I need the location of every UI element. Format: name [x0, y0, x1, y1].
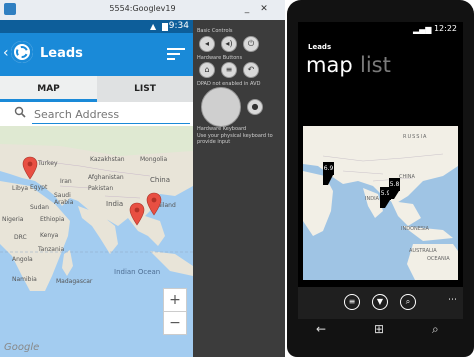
list-icon[interactable]: ≡ [344, 294, 360, 310]
basic-controls-label: Basic Controls [197, 28, 233, 34]
wp-land-southeast-asia [391, 201, 421, 226]
wp-map-pin-tail [380, 200, 390, 208]
windows-phone-screen: ▂▄▆ 12:22 Leads map list RUSSIA CHINA IN… [298, 22, 463, 319]
hardware-keyboard-note: Use your physical keyboard to provide in… [197, 133, 273, 145]
wp-app-bar: ≡ ▼ ⌕ ⋯ [298, 287, 463, 319]
filter-icon[interactable] [167, 47, 185, 61]
wp-signal-icon: ▂▄▆ [413, 25, 432, 34]
search-icon[interactable]: ⌕ [400, 294, 416, 310]
dpad-control[interactable] [201, 87, 241, 127]
search-row [0, 102, 193, 126]
map-marker-pin[interactable] [129, 202, 145, 226]
wp-map-label-russia: RUSSIA [403, 134, 428, 140]
wifi-icon: ▲ [150, 22, 157, 31]
wp-pivot-map[interactable]: map [306, 53, 353, 77]
battery-icon [162, 23, 168, 31]
search-address-input[interactable] [32, 105, 190, 124]
wp-back-icon[interactable]: ← [316, 322, 326, 336]
zoom-out-button[interactable]: − [163, 311, 187, 335]
map-label-saudi-arabia: Saudi Arabia [54, 192, 74, 206]
map-label-pakistan: Pakistan [88, 185, 114, 192]
map-label-angola: Angola [12, 256, 33, 263]
filter-icon[interactable]: ▼ [372, 294, 388, 310]
google-logo: Google [4, 342, 40, 353]
app-logo-icon[interactable] [11, 41, 33, 63]
android-emulator-window: 5554:Googlev19 _ ✕ ▲ 9:34 ‹ Leads MAP LI… [0, 0, 285, 357]
map-label-sudan: Sudan [30, 204, 49, 211]
map-label-iran: Iran [60, 178, 72, 185]
map-label-egypt: Egypt [30, 184, 48, 191]
menu-icon[interactable]: ≡ [221, 62, 237, 78]
close-button[interactable]: ✕ [257, 3, 271, 15]
tab-list[interactable]: LIST [97, 76, 193, 102]
wp-map-label-australia: AUSTRALIA [409, 248, 437, 254]
wp-map-label-china: CHINA [399, 174, 415, 180]
app-logo-gear [16, 46, 28, 58]
power-icon[interactable]: ⏻ [243, 36, 259, 52]
map-label-kazakhstan: Kazakhstan [90, 156, 125, 163]
map-marker-pin[interactable] [22, 156, 38, 180]
map-label-afghanistan: Afghanistan [88, 174, 124, 181]
more-icon[interactable]: ⋯ [448, 295, 457, 305]
back-chevron-icon[interactable]: ‹ [3, 45, 9, 61]
dpad-center-icon[interactable]: ● [247, 99, 263, 115]
wp-map-pin[interactable]: 5.8 [389, 178, 400, 191]
wp-side-text [465, 60, 471, 340]
wp-search-icon[interactable]: ⌕ [432, 322, 439, 337]
map-label-madagascar: Madagascar [56, 278, 93, 285]
android-tab-bar: MAP LIST [0, 76, 193, 103]
map-label-libya: Libya [12, 185, 29, 192]
emulator-controls-panel: Basic Controls ◂ ◂) ⏻ Hardware Buttons ⌂… [193, 20, 285, 357]
map-label-india: India [106, 200, 124, 208]
land-madagascar [62, 250, 73, 276]
volume-up-icon[interactable]: ◂) [221, 36, 237, 52]
wp-map-pin-tail [389, 191, 399, 199]
wp-nav-bar: ← ⊞ ⌕ [298, 319, 463, 343]
hardware-buttons-label: Hardware Buttons [197, 55, 243, 61]
android-action-bar: ‹ Leads [0, 33, 193, 76]
map-label-drc: DRC [14, 234, 27, 241]
hardware-keyboard-label: Hardware Keyboard [197, 126, 247, 132]
wp-map-pin-tail [323, 175, 333, 185]
map-label-mongolia: Mongolia [140, 156, 168, 163]
map-label-turkey: Turkey [38, 160, 58, 167]
android-screen: ▲ 9:34 ‹ Leads MAP LIST Search Address T… [0, 20, 193, 357]
map-label-nigeria: Nigeria [2, 216, 24, 223]
android-clock: 9:34 [168, 21, 189, 31]
wp-status-bar: ▂▄▆ 12:22 [298, 22, 463, 36]
search-icon [14, 106, 26, 118]
map-label-tanzania: Tanzania [38, 246, 65, 253]
wp-map[interactable]: RUSSIA CHINA INDIA INDONESIA AUSTRALIA O… [303, 126, 458, 280]
zoom-in-button[interactable]: + [163, 288, 187, 312]
wp-map-label-indonesia: INDONESIA [401, 226, 429, 232]
back-icon[interactable]: ↶ [243, 62, 259, 78]
wp-map-label-oceania: OCEANIA [427, 256, 450, 262]
wp-clock: 12:22 [433, 24, 457, 33]
map-marker-pin[interactable] [146, 192, 162, 216]
dpad-label: DPAD not enabled in AVD [197, 81, 261, 87]
map-label-indian-ocean: Indian Ocean [114, 268, 161, 276]
minimize-button[interactable]: _ [240, 3, 254, 15]
wp-map-label-india: INDIA [365, 196, 379, 202]
app-title: Leads [40, 46, 83, 61]
android-status-bar: ▲ 9:34 [0, 20, 193, 33]
wp-pivot-list[interactable]: list [360, 53, 391, 77]
home-icon[interactable]: ⌂ [199, 62, 215, 78]
map-label-china: China [150, 176, 170, 184]
volume-down-icon[interactable]: ◂ [199, 36, 215, 52]
emulator-titlebar: 5554:Googlev19 _ ✕ [0, 0, 285, 21]
wp-map-pin[interactable]: 6.9 [323, 162, 334, 175]
map-label-namibia: Namibia [12, 276, 37, 283]
map-label-kenya: Kenya [40, 232, 59, 239]
wp-app-title: Leads [308, 43, 332, 51]
wp-windows-icon[interactable]: ⊞ [374, 322, 384, 336]
map-label-ethiopia: Ethiopia [40, 216, 65, 223]
